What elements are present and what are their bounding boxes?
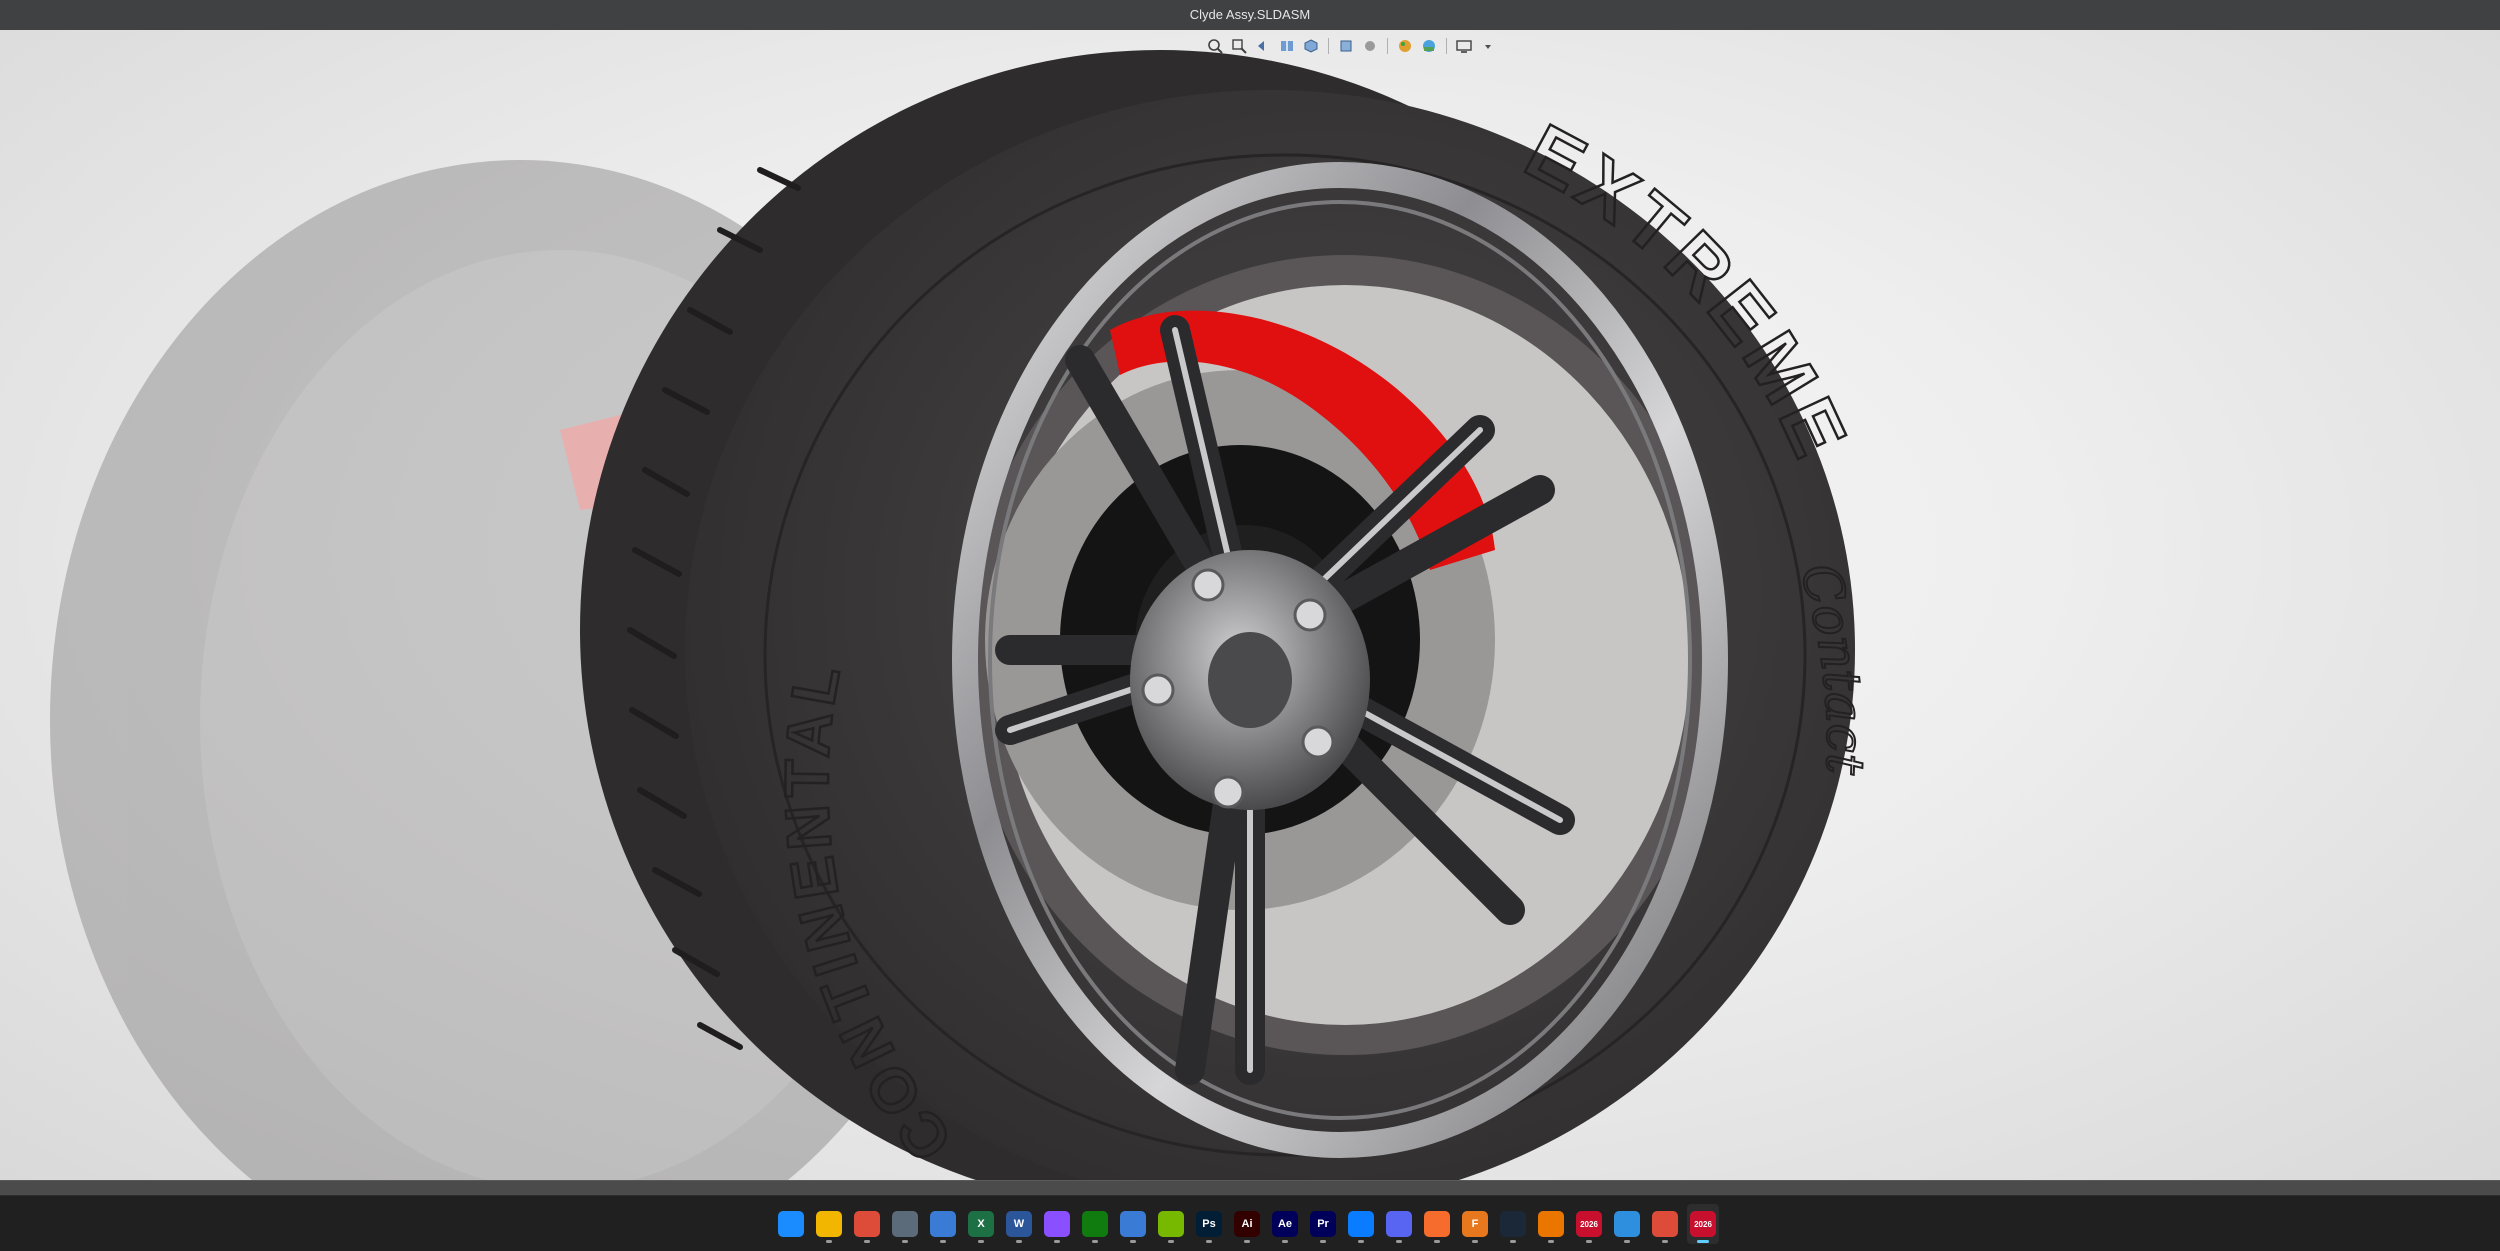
taskbar-button[interactable]: [1041, 1204, 1073, 1244]
premiere-icon: Pr: [1310, 1211, 1336, 1237]
running-indicator: [1054, 1240, 1060, 1243]
solidworks-2026-icon: 2026: [1576, 1211, 1602, 1237]
discord-icon: [1386, 1211, 1412, 1237]
illustrator-icon: Ai: [1234, 1211, 1260, 1237]
running-indicator: [1282, 1240, 1288, 1243]
view-settings-icon[interactable]: [1454, 36, 1474, 56]
taskbar-button[interactable]: [1649, 1204, 1681, 1244]
taskbar-button[interactable]: 2026: [1687, 1204, 1719, 1244]
zoom-area-icon[interactable]: [1229, 36, 1249, 56]
photoshop-icon: Ps: [1196, 1211, 1222, 1237]
status-bar: [0, 1180, 2500, 1195]
running-indicator: [1168, 1240, 1174, 1243]
heads-up-view-toolbar: [1205, 33, 1498, 59]
view-orientation-icon[interactable]: [1301, 36, 1321, 56]
calculator-icon: [892, 1211, 918, 1237]
running-indicator: [1016, 1240, 1022, 1243]
taskbar-button[interactable]: [1117, 1204, 1149, 1244]
taskbar-button[interactable]: [889, 1204, 921, 1244]
taskbar-button[interactable]: [775, 1204, 807, 1244]
chrome-alt-icon: [1652, 1211, 1678, 1237]
running-indicator: [1130, 1240, 1136, 1243]
word-icon: W: [1006, 1211, 1032, 1237]
taskbar-button[interactable]: [1535, 1204, 1567, 1244]
running-indicator: [826, 1240, 832, 1243]
taskbar-button[interactable]: Ae: [1269, 1204, 1301, 1244]
windows-taskbar: X W Ps Ai Ae Pr F 2026 2026: [0, 1195, 2500, 1251]
window-title: Clyde Assy.SLDASM: [1189, 7, 1311, 22]
running-indicator: [940, 1240, 946, 1243]
taskbar-button[interactable]: [851, 1204, 883, 1244]
graphics-area[interactable]: CONTINENTAL EXTREME Contact: [0, 30, 2500, 1180]
running-indicator: [1396, 1240, 1402, 1243]
zoom-to-fit-icon[interactable]: [1205, 36, 1225, 56]
taskbar-button[interactable]: [1497, 1204, 1529, 1244]
taskbar-button[interactable]: F: [1459, 1204, 1491, 1244]
phone-link-icon: [1120, 1211, 1146, 1237]
taskbar-button[interactable]: [1383, 1204, 1415, 1244]
taskbar-button[interactable]: Ps: [1193, 1204, 1225, 1244]
wheel-model-render[interactable]: CONTINENTAL EXTREME Contact: [0, 30, 2500, 1180]
running-indicator: [1586, 1240, 1592, 1243]
running-indicator: [1206, 1240, 1212, 1243]
apply-scene-icon[interactable]: [1419, 36, 1439, 56]
blender-icon: [1538, 1211, 1564, 1237]
running-indicator: [1624, 1240, 1630, 1243]
running-indicator: [864, 1240, 870, 1243]
start-icon: [778, 1211, 804, 1237]
running-indicator: [1548, 1240, 1554, 1243]
taskbar-button[interactable]: [813, 1204, 845, 1244]
excel-icon: X: [968, 1211, 994, 1237]
running-indicator: [1320, 1240, 1326, 1243]
running-indicator: [1662, 1240, 1668, 1243]
hide-show-icon[interactable]: [1360, 36, 1380, 56]
wheel-hub: [1130, 550, 1370, 810]
title-bar: Clyde Assy.SLDASM: [0, 0, 2500, 30]
taskbar-app-list: X W Ps Ai Ae Pr F 2026 2026: [775, 1204, 1719, 1244]
display-settings-icon[interactable]: [1478, 36, 1498, 56]
running-indicator: [1358, 1240, 1364, 1243]
taskbar-button[interactable]: W: [1003, 1204, 1035, 1244]
3d-viewer-icon: [1614, 1211, 1640, 1237]
running-indicator: [978, 1240, 984, 1243]
running-indicator: [1092, 1240, 1098, 1243]
taskbar-button[interactable]: [1155, 1204, 1187, 1244]
taskbar-button[interactable]: [1611, 1204, 1643, 1244]
camera-app-icon: [1044, 1211, 1070, 1237]
taskbar-button[interactable]: 2026: [1573, 1204, 1605, 1244]
running-indicator: [1434, 1240, 1440, 1243]
steam-icon: [1500, 1211, 1526, 1237]
section-view-icon[interactable]: [1277, 36, 1297, 56]
messenger-icon: [1348, 1211, 1374, 1237]
xbox-icon: [1082, 1211, 1108, 1237]
running-indicator: [1472, 1240, 1478, 1243]
after-effects-icon: Ae: [1272, 1211, 1298, 1237]
taskbar-button[interactable]: Ai: [1231, 1204, 1263, 1244]
display-style-icon[interactable]: [1336, 36, 1356, 56]
taskbar-button[interactable]: [1079, 1204, 1111, 1244]
running-indicator: [1697, 1240, 1709, 1243]
fusion-icon: F: [1462, 1211, 1488, 1237]
taskbar-button[interactable]: [1421, 1204, 1453, 1244]
previous-view-icon[interactable]: [1253, 36, 1273, 56]
running-indicator: [902, 1240, 908, 1243]
solidworks-2026-active-icon: 2026: [1690, 1211, 1716, 1237]
running-indicator: [1244, 1240, 1250, 1243]
taskbar-button[interactable]: [1345, 1204, 1377, 1244]
taskbar-button[interactable]: [927, 1204, 959, 1244]
taskbar-button[interactable]: Pr: [1307, 1204, 1339, 1244]
taskbar-button[interactable]: X: [965, 1204, 997, 1244]
nvidia-icon: [1158, 1211, 1184, 1237]
store-icon: [930, 1211, 956, 1237]
edit-appearance-icon[interactable]: [1395, 36, 1415, 56]
running-indicator: [1510, 1240, 1516, 1243]
chrome-icon: [854, 1211, 880, 1237]
origin-icon: [1424, 1211, 1450, 1237]
file-explorer-icon: [816, 1211, 842, 1237]
